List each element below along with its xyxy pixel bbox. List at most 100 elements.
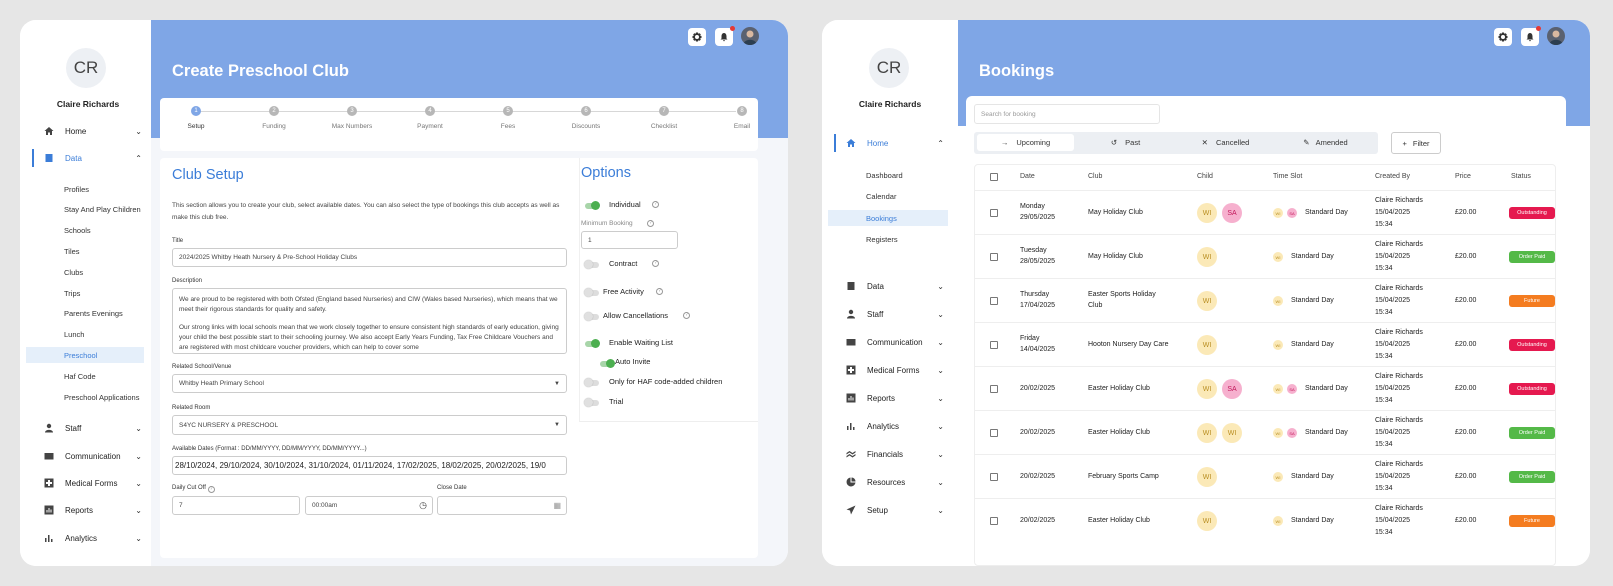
cutoff-time-input[interactable]: 00:00am ◷ (305, 496, 433, 515)
tab-past[interactable]: ↺ Past (1077, 134, 1174, 151)
select-all-checkbox[interactable] (990, 173, 998, 181)
sidebar-subitem[interactable]: Trips (26, 285, 144, 301)
sidebar-item-home[interactable]: Home ⌄ (20, 122, 156, 140)
dates-input[interactable]: 28/10/2024, 29/10/2024, 30/10/2024, 31/1… (172, 456, 567, 475)
sidebar-item-analytics[interactable]: Analytics ⌄ (20, 529, 156, 547)
child-avatar[interactable]: WI (1197, 203, 1217, 223)
auto-invite-toggle[interactable] (600, 359, 615, 368)
step-1[interactable]: 1 Setup (161, 106, 231, 130)
sidebar-subitem[interactable]: Clubs (26, 264, 144, 280)
column-header-time-slot[interactable]: Time Slot (1273, 173, 1302, 180)
individual-toggle[interactable] (585, 201, 600, 210)
info-icon[interactable]: ? (647, 220, 654, 227)
step-8[interactable]: 8 Email (707, 106, 777, 130)
sidebar-item-setup[interactable]: Setup ⌄ (822, 501, 958, 519)
row-checkbox[interactable] (990, 429, 998, 437)
sidebar-subitem[interactable]: Calendar (828, 189, 948, 205)
sidebar-item-reports[interactable]: Reports ⌄ (822, 389, 958, 407)
sidebar-subitem[interactable]: Profiles (26, 181, 144, 197)
sidebar-subitem[interactable]: Preschool (26, 347, 144, 364)
sidebar-item-medical-forms[interactable]: Medical Forms ⌄ (20, 474, 156, 492)
step-6[interactable]: 6 Discounts (551, 106, 621, 130)
allow-cancellations-toggle[interactable] (584, 312, 599, 321)
sidebar-item-analytics[interactable]: Analytics ⌄ (822, 417, 958, 435)
column-header-child[interactable]: Child (1197, 173, 1213, 180)
search-input[interactable]: Search for booking (974, 104, 1160, 124)
table-row[interactable]: 20/02/2025 Easter Holiday Club WI WI WI SA … (975, 410, 1555, 454)
user-avatar[interactable]: CR (66, 48, 106, 88)
table-row[interactable]: 20/02/2025 February Sports Camp WI WI Sta… (975, 454, 1555, 498)
row-checkbox[interactable] (990, 517, 998, 525)
notifications-button[interactable] (1521, 26, 1541, 46)
child-avatar[interactable]: WI (1197, 247, 1217, 267)
table-row[interactable]: 20/02/2025 Easter Holiday Club WI SA WI SA … (975, 366, 1555, 410)
cutoff-days-input[interactable]: 7 (172, 496, 300, 515)
notifications-button[interactable] (715, 26, 735, 46)
info-icon[interactable]: ? (652, 260, 659, 267)
table-row[interactable]: Thursday 17/04/2025 Easter Sports Holiday… (975, 278, 1555, 322)
room-select[interactable]: S4YC NURSERY & PRESCHOOL ▼ (172, 415, 567, 435)
table-row[interactable]: Tuesday 28/05/2025 May Holiday Club WI WI … (975, 234, 1555, 278)
child-avatar[interactable]: SA (1222, 379, 1242, 399)
sidebar-item-resources[interactable]: Resources ⌄ (822, 473, 958, 491)
table-row[interactable]: 20/02/2025 Easter Holiday Club WI WI Stan… (975, 498, 1555, 542)
sidebar-subitem[interactable]: Preschool Applications (26, 389, 144, 405)
child-avatar[interactable]: WI (1222, 423, 1242, 443)
column-header-created-by[interactable]: Created By (1375, 173, 1410, 180)
column-header-date[interactable]: Date (1020, 173, 1035, 180)
info-icon[interactable]: ? (656, 288, 663, 295)
tab-upcoming[interactable]: → Upcoming (977, 134, 1074, 151)
sidebar-subitem[interactable]: Haf Code (26, 368, 144, 384)
sidebar-item-data[interactable]: Data ⌃ (20, 149, 156, 167)
sidebar-item-data[interactable]: Data ⌄ (822, 277, 958, 295)
column-header-price[interactable]: Price (1455, 173, 1471, 180)
step-5[interactable]: 5 Fees (473, 106, 543, 130)
row-checkbox[interactable] (990, 297, 998, 305)
sidebar-subitem[interactable]: Tiles (26, 243, 144, 259)
column-header-club[interactable]: Club (1088, 173, 1102, 180)
sidebar-item-communication[interactable]: Communication ⌄ (822, 333, 958, 351)
tab-amended[interactable]: ✎ Amended (1277, 134, 1374, 151)
settings-button[interactable] (1494, 28, 1512, 46)
sidebar-subitem[interactable]: Bookings (828, 210, 948, 226)
trial-toggle[interactable] (584, 398, 599, 407)
row-checkbox[interactable] (990, 385, 998, 393)
contract-toggle[interactable] (584, 260, 599, 269)
user-avatar[interactable]: CR (869, 48, 909, 88)
child-avatar[interactable]: WI (1197, 511, 1217, 531)
table-row[interactable]: Monday 29/05/2025 May Holiday Club WI SA WI… (975, 190, 1555, 234)
sidebar-subitem[interactable]: Stay And Play Children (26, 202, 144, 218)
sidebar-subitem[interactable]: Registers (828, 232, 948, 248)
row-checkbox[interactable] (990, 341, 998, 349)
info-icon[interactable]: ? (652, 201, 659, 208)
settings-button[interactable] (688, 28, 706, 46)
filter-button[interactable]: + Filter (1391, 132, 1441, 154)
row-checkbox[interactable] (990, 473, 998, 481)
min-booking-input[interactable]: 1 (581, 231, 678, 249)
info-icon[interactable]: ? (683, 312, 690, 319)
step-3[interactable]: 3 Max Numbers (317, 106, 387, 130)
step-4[interactable]: 4 Payment (395, 106, 465, 130)
profile-avatar[interactable] (741, 27, 759, 45)
sidebar-subitem[interactable]: Schools (26, 223, 144, 239)
table-row[interactable]: Friday 14/04/2025 Hooton Nursery Day Care… (975, 322, 1555, 366)
sidebar-subitem[interactable]: Parents Evenings (26, 306, 144, 322)
waiting-list-toggle[interactable] (585, 339, 600, 348)
free-activity-toggle[interactable] (584, 288, 599, 297)
sidebar-subitem[interactable]: Lunch (26, 327, 144, 343)
child-avatar[interactable]: WI (1197, 379, 1217, 399)
child-avatar[interactable]: WI (1197, 291, 1217, 311)
step-7[interactable]: 7 Checklist (629, 106, 699, 130)
sidebar-subitem[interactable]: Dashboard (828, 167, 948, 183)
row-checkbox[interactable] (990, 209, 998, 217)
sidebar-item-communication[interactable]: Communication ⌄ (20, 447, 156, 465)
row-checkbox[interactable] (990, 253, 998, 261)
haf-only-toggle[interactable] (584, 378, 599, 387)
sidebar-item-staff[interactable]: Staff ⌄ (20, 419, 156, 437)
description-textarea[interactable]: We are proud to be registered with both … (172, 288, 567, 354)
child-avatar[interactable]: WI (1197, 423, 1217, 443)
child-avatar[interactable]: SA (1222, 203, 1242, 223)
child-avatar[interactable]: WI (1197, 467, 1217, 487)
sidebar-item-reports[interactable]: Reports ⌄ (20, 501, 156, 519)
close-date-input[interactable]: ▦ (437, 496, 567, 515)
